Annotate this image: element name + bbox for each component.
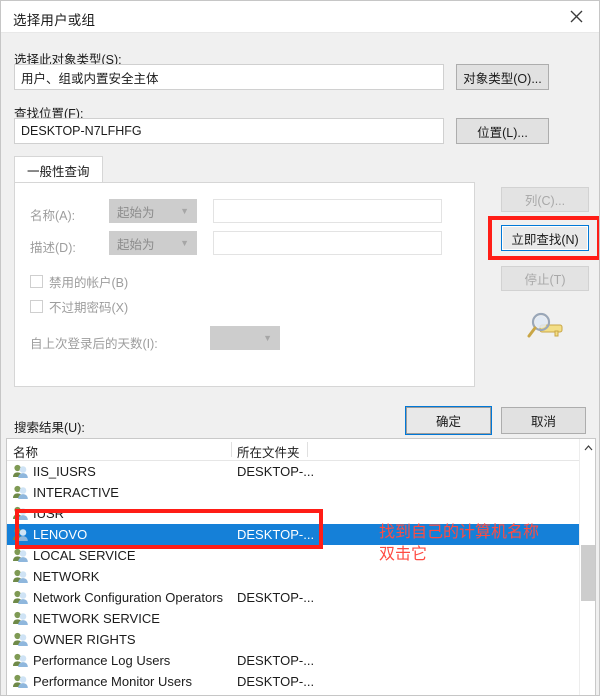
chevron-up-icon[interactable] <box>580 439 595 456</box>
find-now-button[interactable]: 立即查找(N) <box>501 225 589 251</box>
row-folder: DESKTOP-... <box>237 464 315 479</box>
non-expiring-password-label: 不过期密码(X) <box>49 301 129 315</box>
ok-button[interactable]: 确定 <box>405 406 492 435</box>
checkbox-box <box>30 300 43 313</box>
name-operator-select[interactable]: 起始为 ▼ <box>109 199 197 223</box>
location-field[interactable]: DESKTOP-N7LFHFG <box>14 118 444 144</box>
row-name: Performance Monitor Users <box>33 674 192 689</box>
user-group-icon <box>12 463 29 479</box>
columns-button[interactable]: 列(C)... <box>501 187 589 212</box>
table-row[interactable]: NETWORK SERVICE <box>7 608 595 629</box>
table-row[interactable]: Performance Monitor Users DESKTOP-... <box>7 671 595 692</box>
results-rows: IIS_IUSRS DESKTOP-... INTERACTIVE IUSR LENOV… <box>7 461 595 695</box>
row-name: LENOVO <box>33 527 88 542</box>
table-row[interactable]: Power UsersDESKTOP-... <box>7 692 595 695</box>
common-queries-panel: 名称(A): 起始为 ▼ 描述(D): 起始为 ▼ 禁用的帐户(B) 不过期密码… <box>14 182 475 387</box>
description-input[interactable] <box>213 231 442 255</box>
search-results-label: 搜索结果(U): <box>14 421 85 435</box>
table-row[interactable]: INTERACTIVE <box>7 482 595 503</box>
days-since-logon-select[interactable]: ▼ <box>210 326 280 350</box>
search-results-list[interactable]: 名称 所在文件夹 IIS_IUSRS DESKTOP-... INTERACTIVE… <box>6 438 596 695</box>
chevron-down-icon: ▼ <box>180 238 189 248</box>
tab-common-queries[interactable]: 一般性查询 <box>14 156 103 183</box>
column-divider[interactable] <box>307 442 308 457</box>
column-header-name[interactable]: 名称 <box>13 442 38 461</box>
row-name: Network Configuration Operators <box>33 590 224 605</box>
table-row[interactable]: Network Configuration Operators DESKTOP-.… <box>7 587 595 608</box>
user-group-icon <box>12 673 29 689</box>
table-row[interactable]: NETWORK <box>7 566 595 587</box>
magnifier-key-icon <box>526 309 568 347</box>
locations-button[interactable]: 位置(L)... <box>456 118 549 144</box>
days-since-logon-label: 自上次登录后的天数(I): <box>30 337 158 351</box>
row-folder: DESKTOP-... <box>237 674 315 689</box>
row-name: NETWORK <box>33 569 100 584</box>
user-group-icon <box>12 589 29 605</box>
row-name: INTERACTIVE <box>33 485 119 500</box>
query-tabs: 一般性查询 <box>14 156 475 183</box>
row-folder: DESKTOP-... <box>237 590 315 605</box>
row-name: OWNER RIGHTS <box>33 632 136 647</box>
scrollbar-thumb[interactable] <box>581 545 595 601</box>
stop-button[interactable]: 停止(T) <box>501 266 589 291</box>
results-scrollbar[interactable] <box>579 439 595 695</box>
list-column-headers: 名称 所在文件夹 <box>7 439 595 461</box>
row-folder: DESKTOP-... <box>237 527 315 542</box>
table-row[interactable]: Performance Log Users DESKTOP-... <box>7 650 595 671</box>
user-group-icon <box>12 610 29 626</box>
description-operator-value: 起始为 <box>117 237 155 252</box>
annotation-note-line1: 找到自己的计算机名称 <box>379 524 540 541</box>
object-types-button[interactable]: 对象类型(O)... <box>456 64 549 90</box>
select-user-or-group-dialog: 选择用户或组 选择此对象类型(S): 用户、组或内置安全主体 对象类型(O)..… <box>0 0 600 696</box>
user-group-icon <box>12 505 29 521</box>
cancel-button[interactable]: 取消 <box>501 407 586 434</box>
title-bar: 选择用户或组 <box>1 1 599 33</box>
row-name: NETWORK SERVICE <box>33 611 160 626</box>
close-icon[interactable] <box>553 1 599 32</box>
disabled-accounts-label: 禁用的帐户(B) <box>49 276 129 290</box>
name-label: 名称(A): <box>30 209 76 223</box>
chevron-down-icon: ▼ <box>180 206 189 216</box>
row-name: IUSR <box>33 506 65 521</box>
name-input[interactable] <box>213 199 442 223</box>
checkbox-box <box>30 275 43 288</box>
table-row[interactable]: IIS_IUSRS DESKTOP-... <box>7 461 595 482</box>
name-operator-value: 起始为 <box>117 205 155 220</box>
user-group-icon <box>12 568 29 584</box>
chevron-down-icon: ▼ <box>263 333 272 343</box>
user-group-icon <box>12 652 29 668</box>
annotation-note: 找到自己的计算机名称 双击它 <box>379 522 539 566</box>
page-title: 选择用户或组 <box>13 13 96 28</box>
row-name: IIS_IUSRS <box>33 464 96 479</box>
object-type-field[interactable]: 用户、组或内置安全主体 <box>14 64 444 90</box>
disabled-accounts-checkbox[interactable]: 禁用的帐户(B) <box>30 272 128 291</box>
user-group-icon <box>12 547 29 563</box>
description-operator-select[interactable]: 起始为 ▼ <box>109 231 197 255</box>
row-name: Performance Log Users <box>33 653 171 668</box>
non-expiring-password-checkbox[interactable]: 不过期密码(X) <box>30 297 128 316</box>
annotation-note-line2: 双击它 <box>379 546 428 563</box>
user-group-icon <box>12 484 29 500</box>
description-label: 描述(D): <box>30 241 76 255</box>
table-row[interactable]: OWNER RIGHTS <box>7 629 595 650</box>
column-divider[interactable] <box>231 442 232 457</box>
row-folder: DESKTOP-... <box>237 653 315 668</box>
table-row[interactable]: IUSR <box>7 503 595 524</box>
column-header-folder[interactable]: 所在文件夹 <box>237 442 300 461</box>
row-name: LOCAL SERVICE <box>33 548 136 563</box>
user-group-icon <box>12 631 29 647</box>
user-group-icon <box>12 526 29 542</box>
